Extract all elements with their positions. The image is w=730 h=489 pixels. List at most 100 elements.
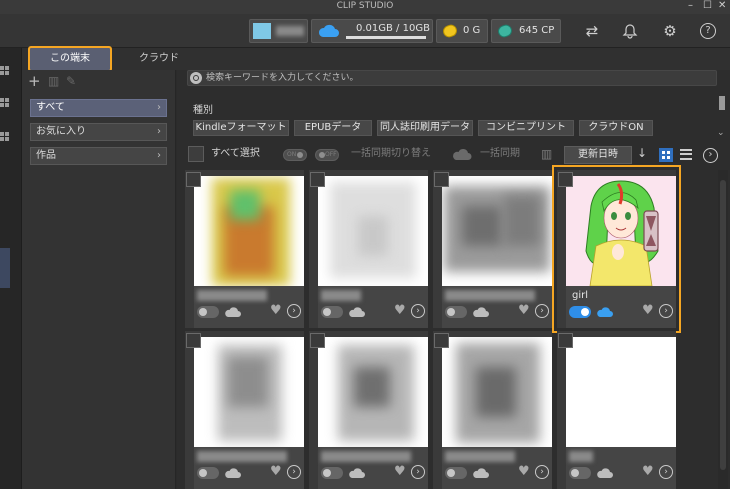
more-button[interactable]: › <box>535 465 549 479</box>
bell-icon[interactable] <box>620 21 640 41</box>
heart-icon[interactable]: ♥ <box>518 464 530 479</box>
more-button[interactable]: › <box>411 304 425 318</box>
more-button[interactable]: › <box>659 465 673 479</box>
add-icon[interactable]: + <box>28 72 41 90</box>
work-title-redacted <box>445 290 535 301</box>
filter-epub[interactable]: EPUBデータ <box>294 120 372 136</box>
sync-toggle[interactable] <box>197 306 219 318</box>
gear-icon[interactable]: ⚙ <box>660 21 680 41</box>
avatar <box>253 23 271 39</box>
cloud-icon[interactable] <box>224 467 242 479</box>
batch-sync-label: 一括同期 <box>480 148 520 159</box>
cp-amount: 645 CP <box>519 25 555 36</box>
cloud-icon[interactable] <box>348 306 366 318</box>
work-card[interactable]: ♥ › <box>185 170 304 328</box>
cloud-icon[interactable] <box>348 467 366 479</box>
heart-icon[interactable]: ♥ <box>394 464 406 479</box>
filter-cloud-on[interactable]: クラウドON <box>579 120 653 136</box>
work-checkbox[interactable] <box>434 333 449 348</box>
chevron-right-icon[interactable]: › <box>703 148 718 163</box>
cp-chip[interactable]: 645 CP <box>491 19 561 43</box>
batch-sync-switch-label: 一括同期切り替え <box>351 148 431 159</box>
storage-chip[interactable]: 0.01GB / 10GB <box>311 19 433 43</box>
heart-icon[interactable]: ♥ <box>270 464 282 479</box>
cloud-icon[interactable] <box>472 467 490 479</box>
sync-toggle[interactable] <box>197 467 219 479</box>
search-input[interactable] <box>206 71 706 85</box>
left-strip-marker <box>0 248 10 288</box>
minimize-button[interactable]: – <box>688 0 693 11</box>
work-thumbnail <box>566 337 676 447</box>
heart-icon[interactable]: ♥ <box>270 303 282 318</box>
sync-toggle[interactable] <box>321 306 343 318</box>
work-card[interactable]: ♥ › <box>557 331 676 489</box>
sidebar-item-favorites[interactable]: お気に入り › <box>30 123 167 141</box>
work-checkbox[interactable] <box>310 172 325 187</box>
heart-icon[interactable]: ♥ <box>518 303 530 318</box>
gold-chip[interactable]: 0 G <box>436 19 488 43</box>
work-checkbox[interactable] <box>558 172 573 187</box>
work-grid: ♥ › ♥ › ♥ › girl ♥ › ♥ › ♥ › ♥ › ♥ › <box>185 165 710 489</box>
more-button[interactable]: › <box>287 304 301 318</box>
more-button[interactable]: › <box>535 304 549 318</box>
filter-convenience-print[interactable]: コンビニプリント <box>478 120 574 136</box>
sync-toggle[interactable] <box>445 306 467 318</box>
select-all-label: すべて選択 <box>211 148 260 159</box>
toggle-off-label: OFF <box>325 151 337 158</box>
work-card[interactable]: ♥ › <box>433 170 552 328</box>
work-checkbox[interactable] <box>434 172 449 187</box>
chevron-down-icon[interactable]: ⌄ <box>717 128 725 138</box>
sync-icon[interactable]: ⇄ <box>582 21 602 41</box>
work-title: girl <box>572 290 589 301</box>
more-button[interactable]: › <box>411 465 425 479</box>
work-checkbox[interactable] <box>186 333 201 348</box>
cloud-icon[interactable] <box>596 467 614 479</box>
work-card[interactable]: ♥ › <box>309 331 428 489</box>
help-icon[interactable]: ? <box>698 21 718 41</box>
list-view-icon[interactable] <box>680 149 692 160</box>
heart-icon[interactable]: ♥ <box>642 303 654 318</box>
sort-select[interactable]: 更新日時 <box>564 146 632 164</box>
heart-icon[interactable]: ♥ <box>642 464 654 479</box>
work-checkbox[interactable] <box>310 333 325 348</box>
select-all-checkbox[interactable] <box>188 146 204 162</box>
scrollbar-thumb[interactable] <box>720 180 726 470</box>
work-card[interactable]: ♥ › <box>185 331 304 489</box>
sidebar-item-works[interactable]: 作品 › <box>30 147 167 165</box>
cloud-sync-icon[interactable] <box>596 306 614 318</box>
cloud-icon[interactable] <box>224 306 242 318</box>
grid-icon[interactable] <box>0 98 9 107</box>
sync-toggle[interactable] <box>321 467 343 479</box>
grid-icon[interactable] <box>0 132 9 141</box>
grid-view-icon[interactable] <box>659 148 673 162</box>
cloud-icon[interactable] <box>472 306 490 318</box>
work-card[interactable]: ♥ › <box>433 331 552 489</box>
grid-icon[interactable] <box>0 66 9 75</box>
search-box[interactable] <box>187 70 717 86</box>
work-card-girl[interactable]: girl ♥ › <box>552 165 681 333</box>
grid-scrollbar[interactable] <box>718 170 728 489</box>
work-info: ♥ › <box>442 286 552 328</box>
heart-icon[interactable]: ♥ <box>394 303 406 318</box>
filter-scroll-thumb[interactable] <box>719 96 725 110</box>
gold-amount: 0 G <box>463 25 481 36</box>
work-thumbnail <box>194 176 304 286</box>
sync-toggle[interactable] <box>445 467 467 479</box>
filter-doujin-print[interactable]: 同人誌印刷用データ <box>377 120 473 136</box>
work-checkbox[interactable] <box>558 333 573 348</box>
sync-toggle[interactable] <box>569 306 591 318</box>
more-button[interactable]: › <box>659 304 673 318</box>
sync-toggle[interactable] <box>569 467 591 479</box>
close-button[interactable]: ✕ <box>718 0 726 11</box>
account-chip[interactable] <box>249 19 308 43</box>
more-button[interactable]: › <box>287 465 301 479</box>
work-card[interactable]: ♥ › <box>309 170 428 328</box>
filter-kindle[interactable]: Kindleフォーマット <box>193 120 289 136</box>
sidebar-item-all[interactable]: すべて › <box>30 99 167 117</box>
tab-cloud[interactable]: クラウド <box>118 48 200 70</box>
maximize-button[interactable]: ☐ <box>703 0 712 11</box>
work-checkbox[interactable] <box>186 172 201 187</box>
sort-order-icon[interactable]: ↓ <box>637 146 647 160</box>
app-title: CLIP STUDIO <box>336 1 394 11</box>
tab-this-device[interactable]: この端末 <box>28 46 112 72</box>
